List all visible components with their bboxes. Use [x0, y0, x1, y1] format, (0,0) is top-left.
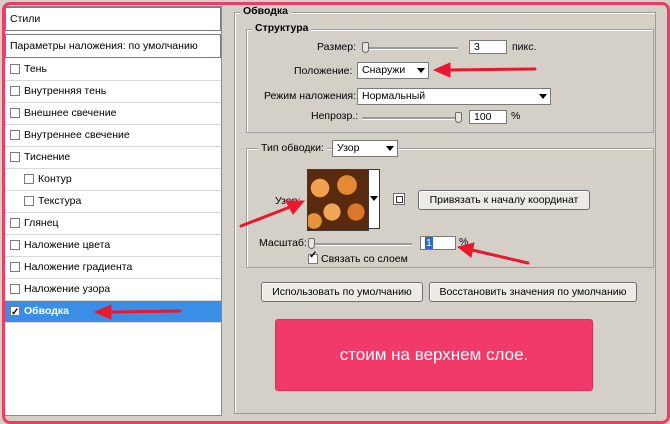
arrow-head-position — [432, 62, 451, 78]
arrow-pattern — [239, 205, 292, 228]
annotation-arrows — [93, 62, 537, 320]
arrow-position — [446, 67, 537, 72]
arrow-stroke-item — [108, 309, 182, 314]
arrow-scale — [470, 248, 530, 265]
arrow-head-stroke-item — [93, 304, 112, 320]
arrow-head-scale — [456, 242, 475, 258]
